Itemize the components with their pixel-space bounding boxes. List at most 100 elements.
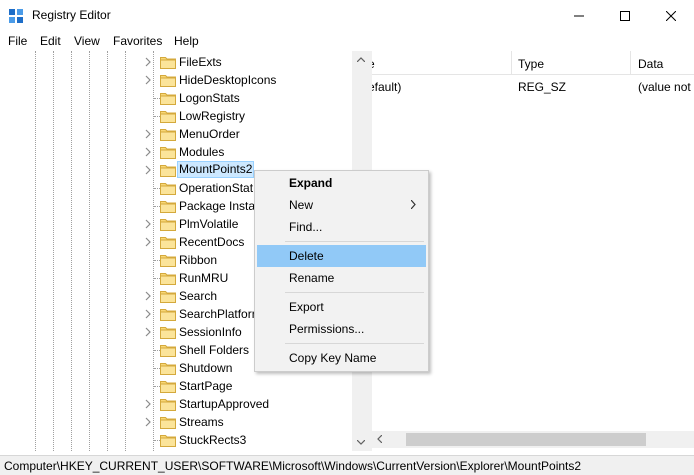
values-horizontal-scrollbar[interactable] — [372, 431, 694, 448]
scrollbar-thumb[interactable] — [406, 433, 646, 446]
tree-guide-line — [53, 51, 54, 451]
context-menu-permissions[interactable]: Permissions... — [257, 318, 426, 340]
tree-key-label: PlmVolatile — [179, 217, 239, 231]
chevron-right-icon[interactable] — [144, 129, 152, 139]
window-title: Registry Editor — [32, 8, 111, 22]
context-menu-new-label: New — [289, 198, 314, 212]
chevron-right-icon[interactable] — [144, 165, 152, 175]
tree-row[interactable]: StuckRects3 — [140, 431, 352, 449]
menu-edit[interactable]: Edit — [40, 34, 61, 48]
chevron-right-icon[interactable] — [144, 75, 152, 85]
column-type-header[interactable]: Type — [518, 57, 544, 71]
tree-key-label: Modules — [179, 145, 225, 159]
tree-row[interactable]: FileExts — [140, 53, 352, 71]
tree-key-label: MountPoints2 — [177, 161, 255, 178]
value-data-cell[interactable]: (value not — [638, 80, 691, 94]
folder-icon — [160, 165, 176, 177]
chevron-up-icon — [356, 57, 365, 62]
tree-key-label: RunMRU — [179, 271, 229, 285]
context-menu-export[interactable]: Export — [257, 296, 426, 318]
folder-icon — [160, 381, 176, 393]
scroll-down-button[interactable] — [352, 434, 369, 451]
minimize-button[interactable] — [556, 0, 602, 31]
scroll-up-button[interactable] — [352, 51, 369, 68]
tree-key-label: LowRegistry — [179, 109, 246, 123]
title-bar[interactable]: Registry Editor — [0, 0, 694, 31]
folder-icon — [160, 93, 176, 105]
tree-guide-line — [107, 51, 108, 451]
context-menu-rename[interactable]: Rename — [257, 267, 426, 289]
tree-row[interactable]: Streams — [140, 413, 352, 431]
folder-icon — [160, 417, 176, 429]
folder-icon — [160, 237, 176, 249]
value-type-cell[interactable]: REG_SZ — [518, 80, 566, 94]
column-divider[interactable] — [511, 51, 512, 75]
tree-key-label: MenuOrder — [179, 127, 240, 141]
chevron-right-icon[interactable] — [144, 327, 152, 337]
tree-key-label: SessionInfo — [179, 325, 242, 339]
chevron-right-icon[interactable] — [144, 399, 152, 409]
tree-guide-line — [89, 51, 90, 451]
minimize-icon — [574, 15, 584, 16]
context-menu-copy-key-name[interactable]: Copy Key Name — [257, 347, 426, 369]
menu-view[interactable]: View — [74, 34, 100, 48]
tree-key-label: StuckRects3 — [179, 433, 247, 447]
tree-key-label: Streams — [179, 415, 224, 429]
chevron-right-icon[interactable] — [144, 219, 152, 229]
tree-row[interactable]: LowRegistry — [140, 107, 352, 125]
folder-icon — [160, 75, 176, 87]
chevron-right-icon — [411, 200, 416, 209]
folder-icon — [160, 219, 176, 231]
chevron-right-icon[interactable] — [144, 309, 152, 319]
context-menu-copy-key-name-label: Copy Key Name — [289, 351, 377, 365]
tree-row[interactable]: StartPage — [140, 377, 352, 395]
folder-icon — [160, 327, 176, 339]
chevron-right-icon[interactable] — [144, 57, 152, 67]
context-menu-separator — [285, 292, 424, 293]
tree-key-label: FileExts — [179, 55, 222, 69]
maximize-button[interactable] — [602, 0, 648, 31]
context-menu: Expand New Find... Delete Rename Export … — [254, 170, 429, 372]
tree-row[interactable]: LogonStats — [140, 89, 352, 107]
column-name-header[interactable]: e — [372, 57, 375, 71]
folder-icon — [160, 273, 176, 285]
tree-row[interactable]: HideDesktopIcons — [140, 71, 352, 89]
tree-row[interactable]: MenuOrder — [140, 125, 352, 143]
context-menu-delete-label: Delete — [289, 249, 324, 263]
folder-icon — [160, 309, 176, 321]
context-menu-new[interactable]: New — [257, 194, 426, 216]
context-menu-separator — [285, 241, 424, 242]
context-menu-expand[interactable]: Expand — [257, 172, 426, 194]
maximize-icon — [620, 10, 630, 21]
folder-icon — [160, 147, 176, 159]
tree-row[interactable]: Modules — [140, 143, 352, 161]
value-name-cell[interactable]: efault) — [372, 80, 401, 94]
column-data-header[interactable]: Data — [638, 57, 663, 71]
tree-key-label: StartupApproved — [179, 397, 270, 411]
close-icon — [666, 10, 676, 21]
chevron-right-icon[interactable] — [144, 237, 152, 247]
folder-icon — [160, 57, 176, 69]
menu-favorites[interactable]: Favorites — [113, 34, 162, 48]
context-menu-delete[interactable]: Delete — [257, 245, 426, 267]
close-button[interactable] — [648, 0, 694, 31]
context-menu-expand-label: Expand — [289, 176, 333, 190]
tree-key-label: StartPage — [179, 379, 233, 393]
folder-icon — [160, 399, 176, 411]
tree-key-label: Search — [179, 289, 218, 303]
folder-icon — [160, 111, 176, 123]
chevron-right-icon[interactable] — [144, 291, 152, 301]
chevron-right-icon[interactable] — [144, 147, 152, 157]
tree-key-label: OperationStat — [179, 181, 254, 195]
folder-icon — [160, 435, 176, 447]
tree-key-label: RecentDocs — [179, 235, 245, 249]
menu-help[interactable]: Help — [174, 34, 199, 48]
menu-file[interactable]: File — [8, 34, 27, 48]
context-menu-find[interactable]: Find... — [257, 216, 426, 238]
menu-bar: File Edit View Favorites Help — [0, 31, 694, 51]
column-divider[interactable] — [630, 51, 631, 75]
chevron-left-icon[interactable] — [377, 435, 382, 443]
chevron-right-icon[interactable] — [144, 417, 152, 427]
tree-row[interactable]: StartupApproved — [140, 395, 352, 413]
folder-icon — [160, 363, 176, 375]
